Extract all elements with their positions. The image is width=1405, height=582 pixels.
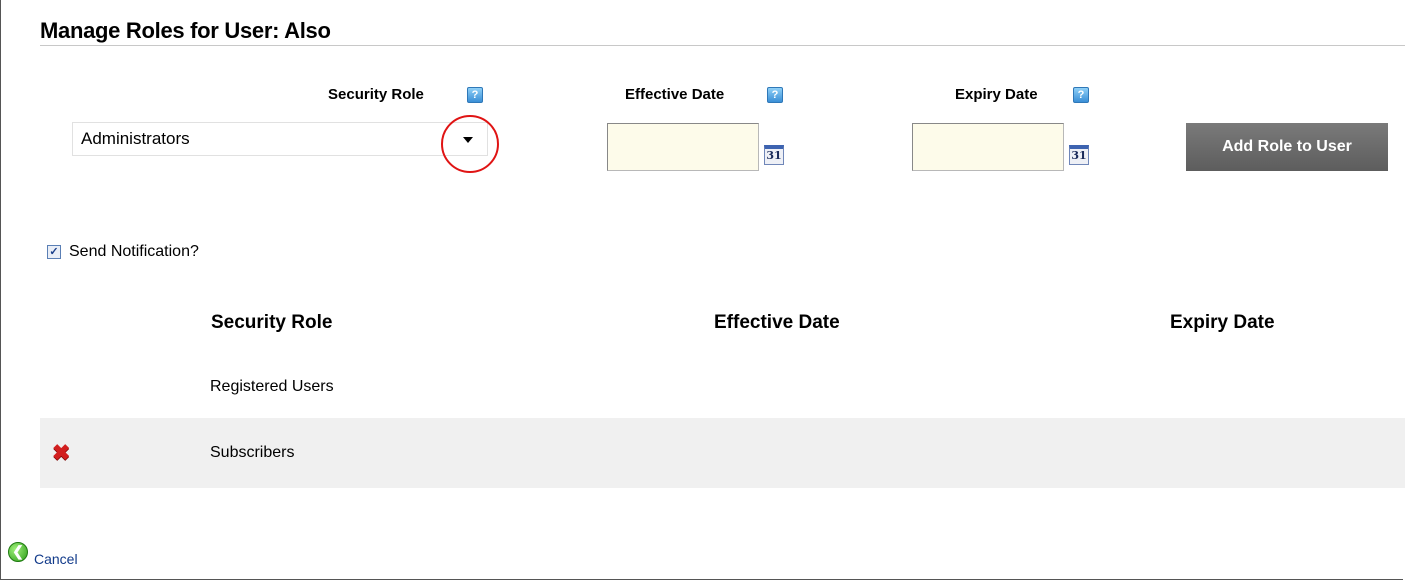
cancel-link[interactable]: Cancel bbox=[34, 551, 78, 567]
effective-date-label: Effective Date bbox=[625, 86, 725, 103]
effective-date-input[interactable] bbox=[607, 123, 759, 171]
column-header-expiry-date: Expiry Date bbox=[1170, 312, 1275, 333]
title-divider bbox=[40, 45, 1405, 46]
highlight-circle bbox=[441, 115, 499, 173]
security-role-label: Security Role bbox=[328, 86, 424, 103]
expiry-date-input[interactable] bbox=[912, 123, 1064, 171]
help-icon[interactable]: ? bbox=[767, 87, 783, 103]
help-icon[interactable]: ? bbox=[1073, 87, 1089, 103]
send-notification-label: Send Notification? bbox=[69, 243, 199, 260]
add-role-button[interactable]: Add Role to User bbox=[1186, 123, 1388, 171]
expiry-date-label: Expiry Date bbox=[955, 86, 1038, 103]
role-cell: Subscribers bbox=[210, 444, 295, 461]
delete-icon[interactable]: ✖ bbox=[52, 442, 70, 464]
column-header-effective-date: Effective Date bbox=[714, 312, 840, 333]
role-cell: Registered Users bbox=[210, 378, 334, 395]
help-icon[interactable]: ? bbox=[467, 87, 483, 103]
page-title: Manage Roles for User: Also bbox=[40, 18, 331, 43]
back-arrow-icon[interactable]: ❮ bbox=[8, 542, 28, 562]
calendar-icon[interactable]: 31 bbox=[1069, 145, 1089, 165]
table-row: ✖ Subscribers bbox=[40, 418, 1405, 488]
security-role-select[interactable]: Administrators bbox=[72, 122, 488, 156]
calendar-icon[interactable]: 31 bbox=[764, 145, 784, 165]
table-row: Registered Users bbox=[40, 350, 1405, 420]
send-notification-checkbox[interactable]: ✓ bbox=[47, 245, 61, 259]
column-header-security-role: Security Role bbox=[211, 312, 333, 333]
